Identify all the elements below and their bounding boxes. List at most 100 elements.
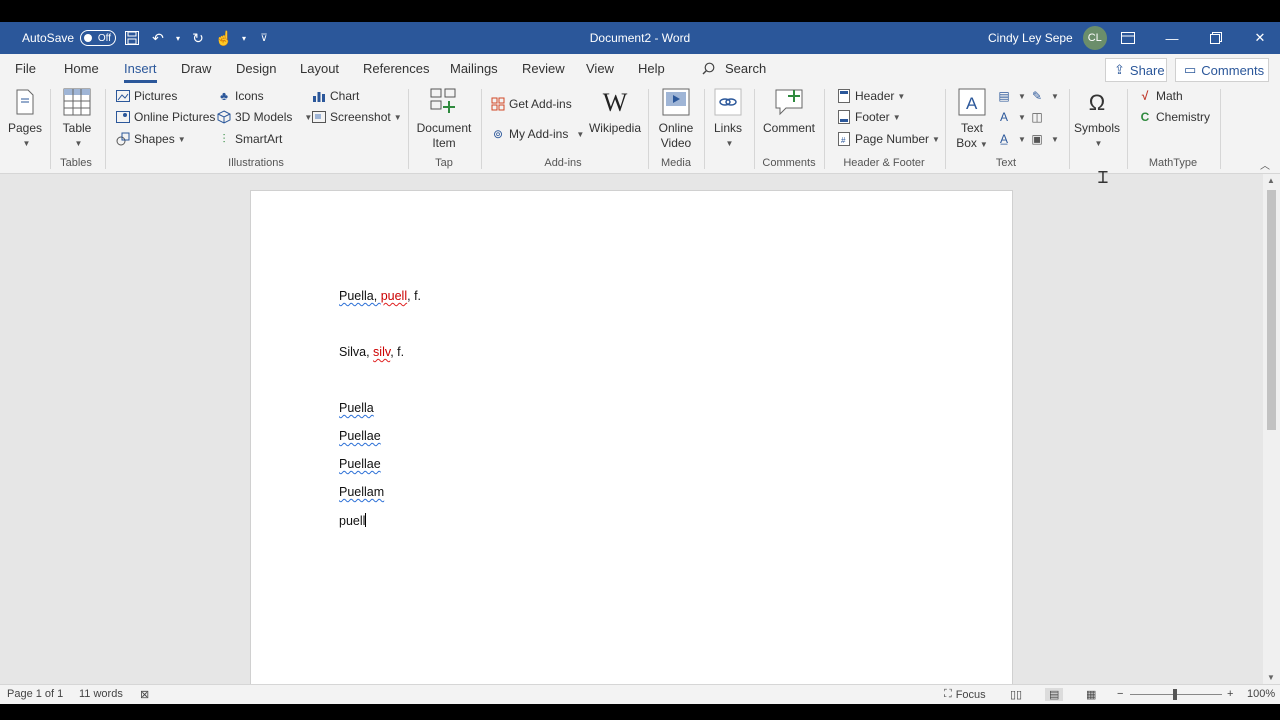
tab-mailings[interactable]: Mailings bbox=[450, 61, 498, 76]
paragraph-silva-entry[interactable]: Silva, silv, f. bbox=[339, 345, 404, 359]
misspelled-word[interactable]: silv bbox=[373, 345, 390, 359]
focus-icon: ⛶ bbox=[944, 688, 952, 700]
separator bbox=[945, 89, 946, 169]
zoom-in-icon[interactable]: + bbox=[1227, 688, 1233, 700]
word-count[interactable]: 11 words bbox=[79, 688, 123, 700]
touch-mode-icon[interactable]: ☝ bbox=[214, 28, 234, 48]
chevron-down-icon: ▼ bbox=[74, 139, 83, 148]
status-bar: Page 1 of 1 11 words ⊠ ⛶ Focus ▯▯ ▤ ▦ − +… bbox=[0, 684, 1280, 704]
get-addins-button[interactable]: Get Add-ins bbox=[491, 97, 572, 111]
pages-button[interactable]: Pages ▼ bbox=[8, 87, 42, 151]
table-button[interactable]: Table ▼ bbox=[58, 87, 96, 151]
scroll-up-icon[interactable]: ▲ bbox=[1267, 176, 1275, 185]
document-canvas[interactable]: Puella, puell, f. Silva, silv, f. Puella… bbox=[0, 174, 1280, 684]
customize-qat-icon[interactable]: ⊽ bbox=[254, 28, 274, 48]
document-title: Document2 - Word bbox=[589, 31, 691, 45]
paragraph-declension[interactable]: Puellae bbox=[339, 429, 381, 443]
online-video-button[interactable]: Online Video bbox=[654, 87, 698, 151]
tab-references[interactable]: References bbox=[363, 61, 429, 76]
tab-view[interactable]: View bbox=[586, 61, 614, 76]
share-button[interactable]: ⇪ Share bbox=[1105, 58, 1167, 82]
restore-icon[interactable] bbox=[1194, 22, 1238, 54]
my-addins-button[interactable]: ⊚ My Add-ins ▼ bbox=[491, 127, 584, 141]
smartart-label: SmartArt bbox=[235, 132, 283, 146]
math-button[interactable]: √ Math bbox=[1138, 89, 1183, 103]
quick-parts-button[interactable]: ▤ ▼ bbox=[997, 89, 1026, 103]
undo-dropdown-icon[interactable]: ▾ bbox=[174, 28, 182, 48]
focus-button[interactable]: ⛶ Focus bbox=[944, 688, 986, 701]
close-icon[interactable]: ✕ bbox=[1238, 22, 1280, 54]
undo-icon[interactable]: ↶ bbox=[148, 28, 168, 48]
links-button[interactable]: Links ▼ bbox=[710, 87, 746, 151]
paragraph-declension[interactable]: Puellae bbox=[339, 457, 381, 471]
chemistry-button[interactable]: C Chemistry bbox=[1138, 110, 1210, 124]
smartart-icon: ⫶ bbox=[222, 131, 226, 146]
document-item-button[interactable]: Document Item bbox=[414, 87, 474, 151]
drop-cap-button[interactable]: A̲ ▼ bbox=[997, 132, 1026, 146]
chart-button[interactable]: Chart bbox=[312, 89, 359, 103]
symbols-button[interactable]: Ω Symbols ▼ bbox=[1073, 87, 1121, 151]
comments-button[interactable]: ▭ Comments bbox=[1175, 58, 1269, 82]
tab-review[interactable]: Review bbox=[522, 61, 565, 76]
chevron-down-icon: ▼ bbox=[177, 134, 186, 144]
date-time-button[interactable]: ◫ bbox=[1030, 110, 1048, 124]
separator bbox=[1069, 89, 1070, 169]
avatar[interactable]: CL bbox=[1082, 26, 1107, 50]
paragraph-declension[interactable]: Puellam bbox=[339, 485, 384, 499]
group-label-tables: Tables bbox=[60, 157, 92, 169]
object-icon: ▣ bbox=[1031, 132, 1043, 146]
text-box-button[interactable]: A Text Box ▼ bbox=[952, 87, 992, 152]
tab-draw[interactable]: Draw bbox=[181, 61, 211, 76]
document-page[interactable]: Puella, puell, f. Silva, silv, f. Puella… bbox=[250, 190, 1013, 684]
header-button[interactable]: Header ▼ bbox=[837, 89, 905, 103]
table-icon bbox=[62, 87, 92, 117]
user-name[interactable]: Cindy Ley Sepe bbox=[988, 31, 1073, 45]
footer-button[interactable]: Footer ▼ bbox=[837, 110, 901, 124]
icons-button[interactable]: ♣ Icons bbox=[217, 89, 264, 103]
picture-icon bbox=[116, 89, 130, 103]
screenshot-button[interactable]: Screenshot ▼ bbox=[312, 110, 402, 124]
collapse-ribbon-icon[interactable]: ︿ bbox=[1260, 157, 1270, 172]
proofing-icon[interactable]: ⊠ bbox=[140, 688, 149, 701]
misspelled-word[interactable]: puell bbox=[381, 289, 407, 303]
web-layout-icon[interactable]: ▦ bbox=[1086, 688, 1096, 701]
tab-design[interactable]: Design bbox=[236, 61, 276, 76]
paragraph-current[interactable]: puell bbox=[339, 513, 367, 528]
tab-home[interactable]: Home bbox=[64, 61, 99, 76]
3d-models-button[interactable]: 3D Models ▼ bbox=[217, 110, 312, 124]
tab-file[interactable]: File bbox=[15, 61, 36, 76]
page-count[interactable]: Page 1 of 1 bbox=[7, 688, 63, 700]
pictures-button[interactable]: Pictures bbox=[116, 89, 177, 103]
smartart-button[interactable]: ⫶ SmartArt bbox=[217, 131, 283, 147]
search-box[interactable]: Search bbox=[702, 61, 766, 76]
online-pictures-button[interactable]: Online Pictures bbox=[116, 110, 215, 124]
new-comment-button[interactable]: Comment bbox=[760, 87, 818, 136]
wikipedia-button[interactable]: W Wikipedia bbox=[588, 87, 642, 136]
vertical-scrollbar[interactable]: ▲ ▼ bbox=[1263, 174, 1280, 684]
ribbon-display-options-icon[interactable] bbox=[1106, 22, 1150, 54]
signature-line-button[interactable]: ✎ ▼ bbox=[1030, 89, 1059, 103]
scroll-down-icon[interactable]: ▼ bbox=[1267, 673, 1275, 682]
redo-icon[interactable]: ↻ bbox=[188, 28, 208, 48]
paragraph-declension[interactable]: Puella bbox=[339, 401, 374, 415]
pages-icon bbox=[10, 87, 40, 117]
tab-insert[interactable]: Insert bbox=[124, 61, 157, 83]
minimize-icon[interactable]: — bbox=[1150, 22, 1194, 54]
save-icon[interactable] bbox=[122, 28, 142, 48]
wordart-button[interactable]: A ▼ bbox=[997, 110, 1026, 124]
touch-dropdown-icon[interactable]: ▾ bbox=[240, 28, 248, 48]
tab-help[interactable]: Help bbox=[638, 61, 665, 76]
page-number-button[interactable]: # Page Number ▼ bbox=[837, 132, 940, 146]
zoom-level[interactable]: 100% bbox=[1247, 688, 1275, 700]
read-mode-icon[interactable]: ▯▯ bbox=[1010, 688, 1022, 701]
shapes-button[interactable]: Shapes ▼ bbox=[116, 132, 186, 146]
zoom-slider-thumb[interactable] bbox=[1173, 689, 1177, 700]
autosave-toggle[interactable]: Off bbox=[80, 30, 117, 46]
autosave-control[interactable]: AutoSave Off bbox=[22, 22, 117, 54]
scrollbar-thumb[interactable] bbox=[1267, 190, 1276, 430]
object-button[interactable]: ▣ ▼ bbox=[1030, 132, 1059, 146]
zoom-out-icon[interactable]: − bbox=[1117, 688, 1123, 700]
paragraph-puella-entry[interactable]: Puella, puell, f. bbox=[339, 289, 421, 303]
tab-layout[interactable]: Layout bbox=[300, 61, 339, 76]
print-layout-icon[interactable]: ▤ bbox=[1045, 688, 1064, 701]
